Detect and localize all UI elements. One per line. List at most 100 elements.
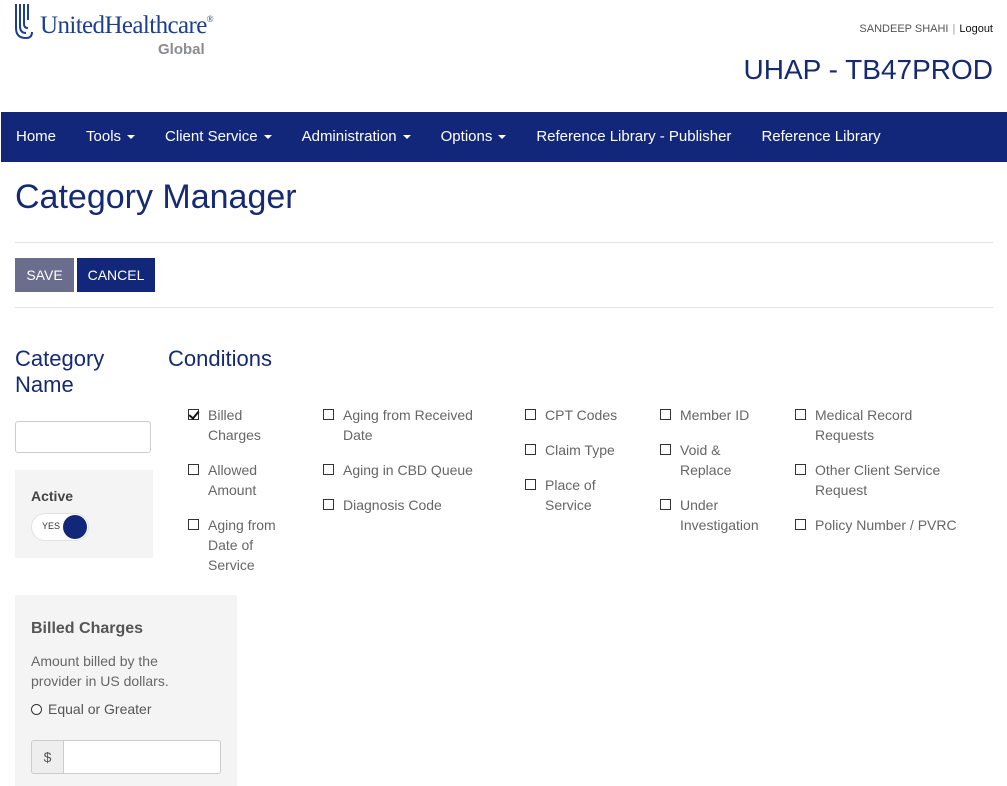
- caret-down-icon: [263, 135, 272, 140]
- condition-label: Member ID: [680, 405, 749, 425]
- nav-item-options[interactable]: Options: [426, 112, 522, 162]
- checkbox-checked-icon: [188, 409, 199, 420]
- divider: [15, 242, 993, 243]
- nav-item-label: Client Service: [165, 128, 258, 145]
- active-toggle[interactable]: YES: [31, 513, 89, 541]
- checkbox-icon: [323, 464, 334, 475]
- nav-item-home[interactable]: Home: [1, 112, 71, 162]
- user-separator: |: [952, 23, 956, 35]
- toggle-text: YES: [42, 521, 61, 531]
- condition-label-line: Member ID: [680, 407, 750, 423]
- category-label-line: Name: [15, 372, 74, 397]
- billed-amount-input[interactable]: [63, 740, 221, 774]
- active-panel: Active YES: [15, 470, 153, 558]
- condition-label: Aging from Date of Service: [208, 515, 276, 575]
- toggle-knob: [63, 515, 87, 539]
- condition-label-line: Place of: [545, 477, 596, 493]
- checkbox-icon: [525, 479, 536, 490]
- nav-item-reference-library[interactable]: Reference Library: [746, 112, 895, 162]
- user-bar: SANDEEP SHAHI | Logout: [859, 23, 993, 35]
- nav-item-label: Options: [440, 128, 493, 145]
- radio-label: Equal or Greater: [48, 701, 152, 717]
- condition-label-line: Date of: [208, 537, 254, 553]
- condition-label: Aging from Received Date: [343, 405, 473, 445]
- condition-label: Under Investigation: [680, 495, 759, 535]
- nav-item-tools[interactable]: Tools: [71, 112, 150, 162]
- logo-brand-text: UnitedHealthcare®: [40, 12, 214, 39]
- nav-item-label: Home: [16, 128, 57, 145]
- unitedhealthcare-logo[interactable]: UnitedHealthcare® Global: [14, 2, 234, 62]
- user-name: SANDEEP SHAHI: [859, 23, 949, 35]
- conditions-title: Conditions: [168, 346, 272, 371]
- condition-label-line: Diagnosis Code: [343, 497, 442, 513]
- condition-label-line: Allowed: [208, 462, 258, 478]
- nav-item-label: Reference Library: [761, 128, 881, 145]
- condition-label-line: Aging from: [208, 517, 276, 533]
- nav-item-label: Reference Library - Publisher: [536, 128, 732, 145]
- category-label-line: Category: [15, 346, 105, 371]
- category-name-input[interactable]: [15, 421, 151, 453]
- condition-label-line: Billed: [208, 407, 243, 423]
- logo-sub-text: Global: [158, 41, 205, 58]
- condition-label-line: Date: [343, 427, 373, 443]
- cancel-button[interactable]: CANCEL: [77, 258, 155, 292]
- condition-label-line: Medical Record: [815, 407, 913, 423]
- save-button[interactable]: SAVE: [15, 258, 74, 292]
- checkbox-icon: [795, 464, 806, 475]
- billed-charges-panel: Billed Charges Amount billed by the prov…: [15, 595, 237, 786]
- equal-or-greater-radio[interactable]: Equal or Greater: [31, 701, 152, 717]
- logo-mark-icon: [15, 4, 33, 40]
- condition-label-line: Other Client Service: [815, 462, 941, 478]
- condition-label-line: Request: [815, 482, 868, 498]
- condition-label-line: Amount: [208, 482, 257, 498]
- nav-item-client-service[interactable]: Client Service: [150, 112, 287, 162]
- condition-label: Place of Service: [545, 475, 596, 515]
- condition-label: Allowed Amount: [208, 460, 257, 500]
- checkbox-icon: [660, 499, 671, 510]
- condition-label: Diagnosis Code: [343, 495, 442, 515]
- condition-label-line: Investigation: [680, 517, 759, 533]
- condition-label-line: Under: [680, 497, 719, 513]
- condition-label: Medical Record Requests: [815, 405, 912, 445]
- nav-item-label: Tools: [86, 128, 122, 145]
- condition-label-line: Aging in CBD Queue: [343, 462, 473, 478]
- checkbox-icon: [188, 519, 199, 530]
- nav-item-reference-library-publisher[interactable]: Reference Library - Publisher: [521, 112, 746, 162]
- condition-label-line: Void &: [680, 442, 721, 458]
- divider: [15, 307, 993, 308]
- environment-title: UHAP - TB47PROD: [743, 54, 993, 85]
- condition-label: Aging in CBD Queue: [343, 460, 473, 480]
- nav-list: Home Tools Client Service Administration Opt…: [1, 112, 1007, 162]
- checkbox-icon: [795, 409, 806, 420]
- condition-label-line: Replace: [680, 462, 732, 478]
- checkbox-icon: [660, 409, 671, 420]
- active-label: Active: [31, 488, 74, 504]
- main-navbar: Home Tools Client Service Administration Opt…: [1, 112, 1007, 162]
- checkbox-icon: [525, 444, 536, 455]
- condition-label-line: CPT Codes: [545, 407, 618, 423]
- condition-label-line: Requests: [815, 427, 875, 443]
- condition-label: Other Client Service Request: [815, 460, 940, 500]
- checkbox-icon: [188, 464, 199, 475]
- condition-label: Billed Charges: [208, 405, 261, 445]
- currency-addon: $: [31, 740, 64, 774]
- checkbox-icon: [660, 444, 671, 455]
- checkbox-icon: [323, 499, 334, 510]
- category-name-label: Category Name: [15, 346, 104, 398]
- checkbox-icon: [323, 409, 334, 420]
- condition-label-line: Charges: [208, 427, 261, 443]
- nav-item-administration[interactable]: Administration: [287, 112, 426, 162]
- condition-label-line: Claim Type: [545, 442, 615, 458]
- caret-down-icon: [498, 135, 507, 140]
- condition-label: Policy Number / PVRC: [815, 515, 957, 535]
- caret-down-icon: [127, 135, 136, 140]
- condition-label: Void & Replace: [680, 440, 731, 480]
- condition-label: CPT Codes: [545, 405, 617, 425]
- checkbox-icon: [795, 519, 806, 530]
- logout-link[interactable]: Logout: [959, 23, 993, 35]
- billed-charges-title: Billed Charges: [31, 620, 144, 637]
- checkbox-icon: [525, 409, 536, 420]
- billed-charges-description: Amount billed by the provider in US doll…: [31, 653, 169, 689]
- condition-label-line: Policy Number / PVRC: [815, 517, 957, 533]
- page-title: Category Manager: [15, 178, 297, 216]
